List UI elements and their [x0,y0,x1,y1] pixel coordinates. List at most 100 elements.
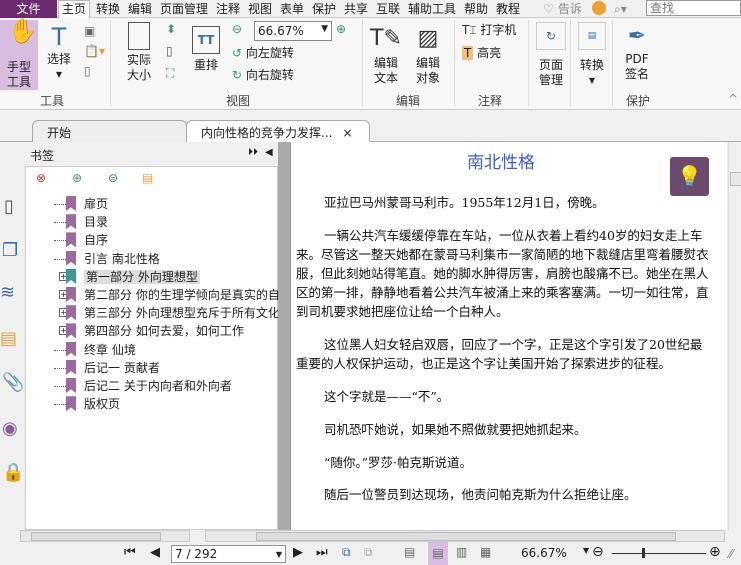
last-page-icon[interactable]: ⏭ [316,545,328,560]
hand-tool-button[interactable]: ✋ 手型 工具 [0,19,38,90]
bookmark-item[interactable]: 自序 [54,231,108,249]
fit-visible-icon[interactable]: ⛶ [166,66,174,81]
continuous-facing-icon[interactable]: ▦ [480,545,491,559]
continuous-page-icon[interactable]: ▤ [428,542,448,565]
bookmark-item[interactable]: + 第四部分 如何去爱，如何工作 [59,322,244,340]
lightbulb-icon[interactable]: ♡ [543,1,554,17]
first-page-icon[interactable]: ⏮ [124,545,136,560]
edit-text-button[interactable]: T✎ 编辑 文本 [370,22,402,86]
add-bookmark-icon[interactable]: ⊕ [72,171,82,185]
zoom-slider-handle[interactable] [642,548,645,558]
signature-icon[interactable]: ◉ [2,418,18,439]
rotate-right-button[interactable]: ↻ 向右旋转 [232,68,294,83]
bookmark-label: 终章 仙境 [84,342,136,357]
chevron-down-icon[interactable]: ▼ [583,546,589,555]
bookmark-item[interactable]: + 第一部分 外向理想型 [59,268,200,286]
pages-icon[interactable]: ❐ [2,240,18,261]
collapse-ribbon-icon[interactable]: ^ [728,92,738,106]
close-icon[interactable]: × [342,126,352,140]
file-menu[interactable]: 文件 [0,0,57,18]
menu-form[interactable]: 表单 [280,1,304,17]
menu-comment[interactable]: 注释 [216,1,240,17]
bookmark-item[interactable]: 终章 仙境 [54,341,136,359]
bookmark-icon [66,196,76,211]
zoom-in-icon[interactable]: ⊕ [709,544,721,560]
tab-document[interactable]: 内向性格的竞争力发挥... × [186,120,370,142]
typewriter-button[interactable]: T⌶ 打字机 [462,23,516,38]
search-input[interactable]: 查找 [646,0,741,16]
attachment-icon[interactable]: 📎 [2,372,24,393]
zoom-level[interactable]: 66.67% [521,546,567,560]
scrollbar-thumb[interactable] [256,532,676,541]
bookmark-page-icon[interactable]: ▯ [84,64,91,79]
menu-convert[interactable]: 转换 [96,1,120,17]
tell-me[interactable]: 告诉 [558,1,582,17]
actual-size-button[interactable]: 实际 大小 [122,22,156,83]
paragraph: 司机恐吓她说，如果她不照做就要把她抓起来。 [324,422,587,437]
bookmark-properties-icon[interactable]: ▤ [142,171,153,185]
page-management-button[interactable]: ↻ 页面 管理 [533,22,569,88]
bookmark-label: 第四部分 如何去爱，如何工作 [84,324,244,339]
resize-grip-icon[interactable]: ⁄⁄ [729,547,733,561]
bookmark-item[interactable]: 引言 南北性格 [54,250,160,268]
next-page-icon[interactable]: ▶ [293,545,303,560]
menu-edit[interactable]: 编辑 [128,1,152,17]
panel-splitter[interactable] [278,142,290,530]
comments-icon[interactable]: ▤ [0,328,17,349]
menu-view[interactable]: 视图 [248,1,272,17]
menu-share[interactable]: 共享 [344,1,368,17]
search-options-icon[interactable]: ⌕▾ [614,1,627,17]
lightbulb-icon[interactable]: 💡 [670,157,709,196]
next-view-icon[interactable]: ⧉ [364,545,373,560]
reflow-button[interactable]: TT 重排 [192,26,220,73]
menu-home[interactable]: 主页 [58,0,91,19]
menu-page-management[interactable]: 页面管理 [160,1,208,17]
fit-width-icon[interactable]: ▯ [166,44,173,59]
previous-view-icon[interactable]: ⧉ [342,545,351,560]
bookmark-item[interactable]: 后记二 关于内向者和外向者 [54,377,232,395]
expand-panel-icon[interactable]: ⏵⏵ [248,147,258,158]
edit-object-button[interactable]: ▨ 编辑 对象 [410,22,446,86]
document-horizontal-scrollbar[interactable] [205,530,725,542]
pdf-sign-button[interactable]: ✒ PDF 签名 [620,22,654,82]
bookmark-item[interactable]: 扉页 [54,195,108,213]
zoom-select[interactable]: 66.67% ▼ [254,21,332,41]
zoom-out-icon[interactable]: ⊖ [232,22,242,37]
bookmark-item[interactable]: + 第二部分 你的生理学倾向是真实的自己 [59,286,292,304]
facing-page-icon[interactable]: ▥ [456,545,467,559]
zoom-slider[interactable] [612,553,706,554]
menu-connect[interactable]: 互联 [376,1,400,17]
convert-button[interactable]: ▤ 转换 ▾ [576,22,608,88]
bookmark-item[interactable]: + 第三部分 外向理想型充斥于所有文化传 [59,304,292,322]
page-number-input[interactable]: 7 / 292 ▼ [171,545,286,563]
fit-page-icon[interactable]: ⬍ [166,22,176,37]
bookmark-item[interactable]: 目录 [54,213,108,231]
zoom-out-icon[interactable]: ⊖ [592,544,604,560]
select-button[interactable]: T 选择 ▾ [44,22,74,82]
menu-protect[interactable]: 保护 [312,1,336,17]
previous-page-icon[interactable]: ◀ [150,545,160,560]
rotate-left-button[interactable]: ↺ 向左旋转 [232,46,294,61]
menu-help[interactable]: 帮助 [464,1,488,17]
single-page-icon[interactable]: ▤ [404,545,415,559]
move-bookmark-icon[interactable]: ⊜ [108,171,118,185]
collapse-panel-icon[interactable]: ◀ [265,147,273,158]
scrollbar-thumb[interactable] [730,172,741,186]
snapshot-icon[interactable]: ▣ [84,24,95,39]
layers-icon[interactable]: ≋ [0,282,15,303]
vertical-scrollbar[interactable] [728,142,741,530]
panel-horizontal-scrollbar[interactable] [20,530,190,542]
delete-bookmark-icon[interactable]: ⊗ [36,171,46,185]
scrollbar-thumb[interactable] [31,532,161,541]
bookmark-item[interactable]: 版权页 [54,395,120,413]
lock-icon[interactable]: 🔒 [2,462,24,483]
tab-start[interactable]: 开始 [32,120,187,142]
bookmark-item[interactable]: 后记一 贡献者 [54,359,160,377]
clipboard-icon[interactable]: 📋▾ [84,44,105,59]
page-thumbnail-icon[interactable]: ▯ [4,196,14,217]
menu-tutorial[interactable]: 教程 [496,1,520,17]
menu-accessibility[interactable]: 辅助工具 [408,1,456,17]
location-icon[interactable] [592,1,606,15]
highlight-button[interactable]: T 高亮 [462,46,501,61]
zoom-in-icon[interactable]: ⊕ [336,22,346,37]
